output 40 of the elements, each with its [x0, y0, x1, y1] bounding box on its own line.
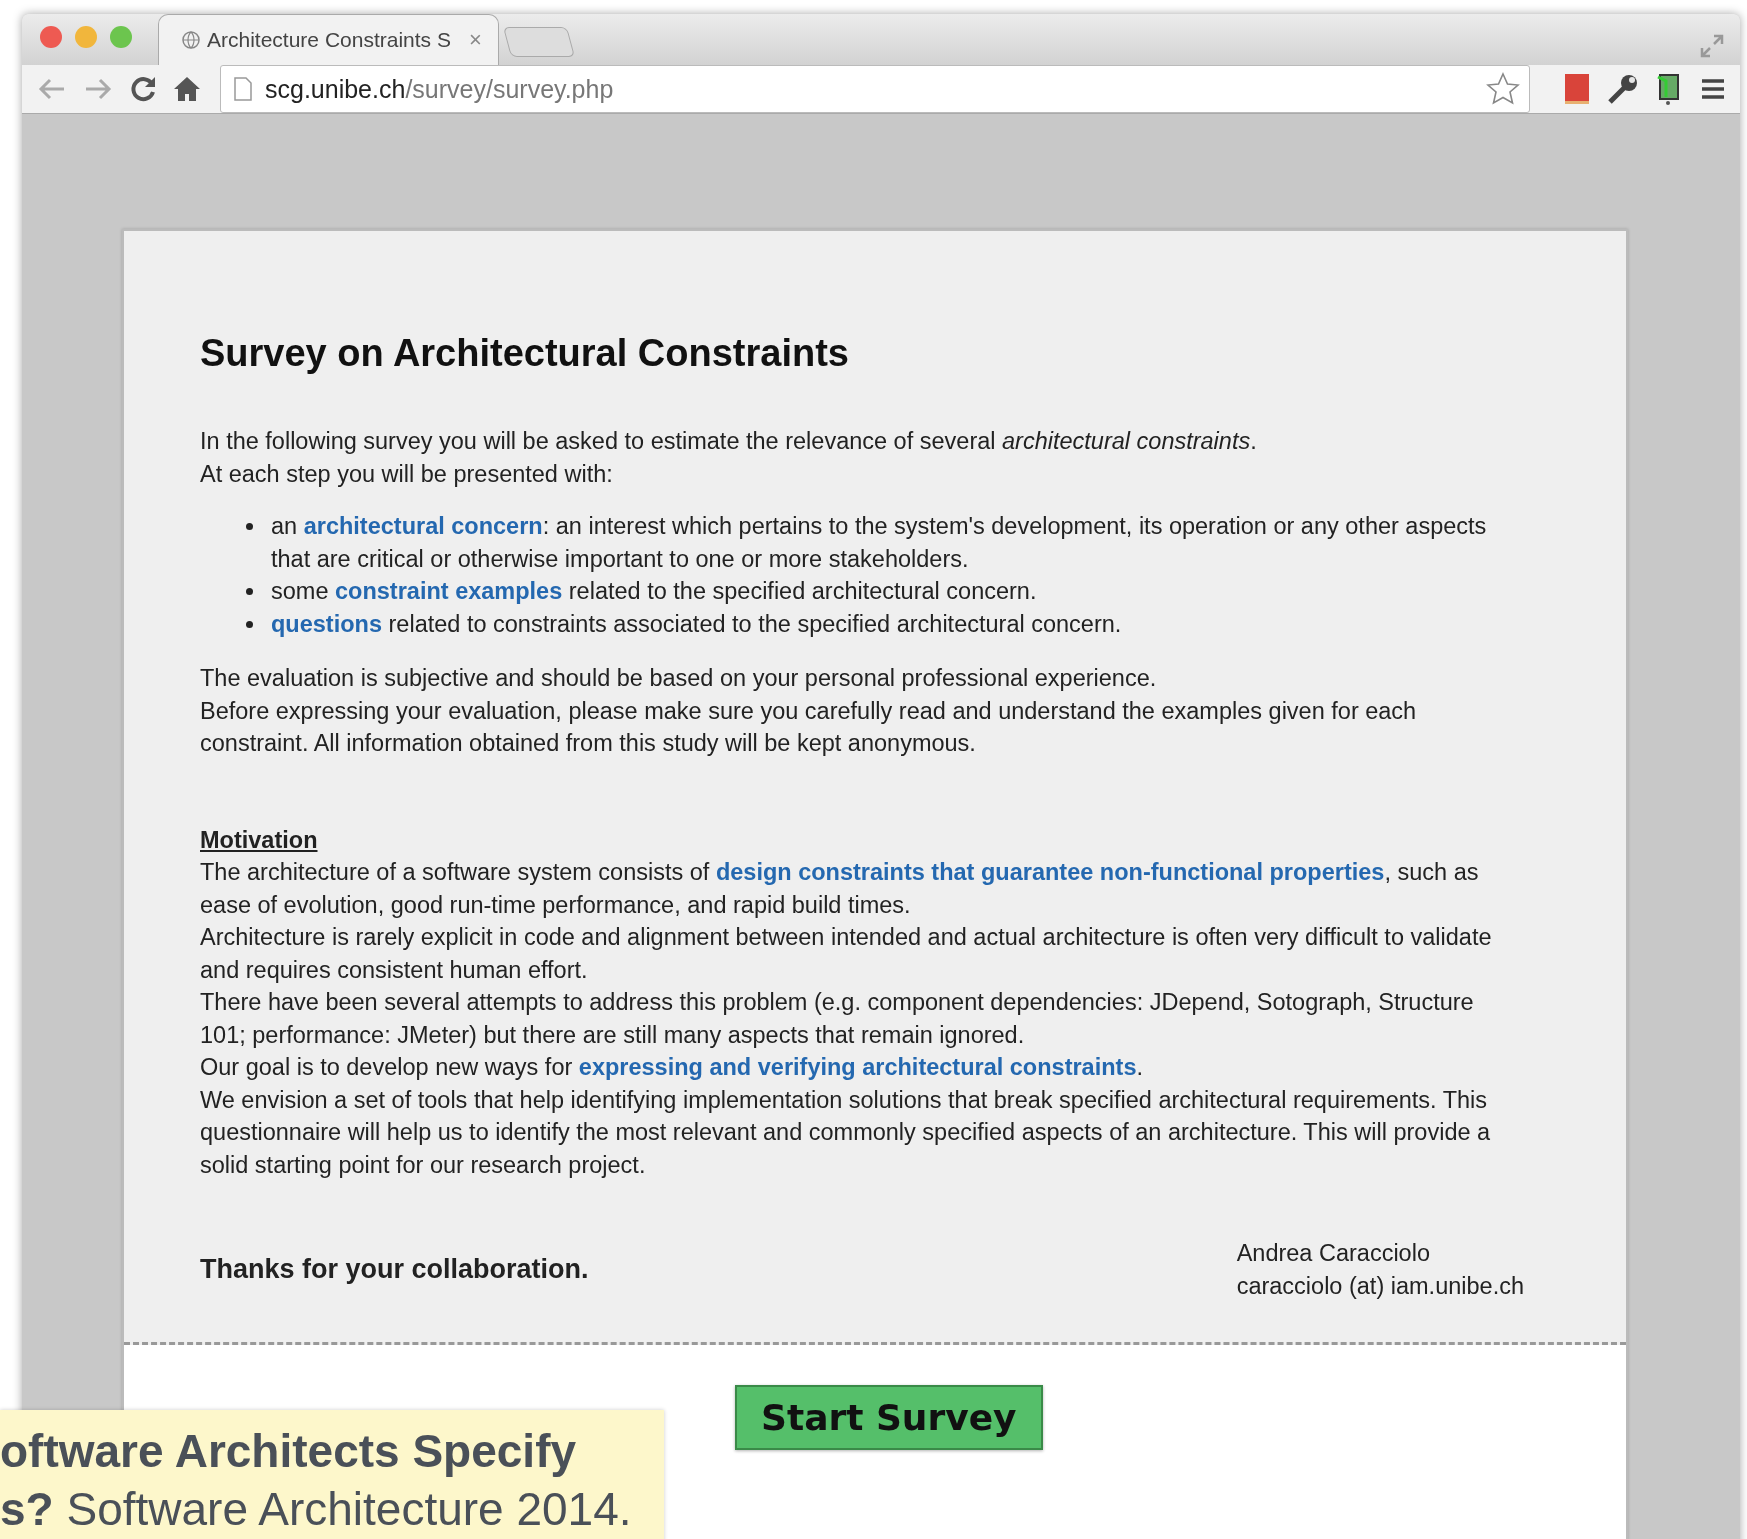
citation-caption: oftware Architects Specify s? Software Architecture 2014.	[0, 1410, 664, 1539]
page-icon	[233, 76, 253, 102]
thanks-text: Thanks for your collaboration.	[200, 1253, 589, 1286]
evaluation-text: The evaluation is subjective and should be based on your personal professional experience.	[200, 664, 1158, 693]
text-link[interactable]: expressing and verifying architectural constraints	[578, 1054, 1137, 1080]
browser-tab[interactable]: Architecture Constraints S ×	[158, 14, 499, 65]
motivation-text: There have been several attempts to address this problem (e.g. component dependencies: JDepend, Sotograph, Structure 101; performance: JMeter) but there are still many aspects that remain ignored.	[200, 988, 1475, 1050]
reload-icon[interactable]	[128, 74, 158, 104]
book-icon[interactable]	[1562, 72, 1592, 106]
author-email: caracciolo (at) iam.unibe.ch	[1236, 1271, 1524, 1301]
text-link[interactable]: design constraints that guarantee non-functional properties	[715, 859, 1385, 885]
start-survey-button[interactable]: Start Survey	[735, 1385, 1043, 1450]
wrench-icon[interactable]	[1606, 72, 1640, 106]
bullet-icon	[246, 523, 253, 530]
list-item-text: some constraint examples related to the specified architectural concern.	[271, 577, 1037, 606]
star-icon[interactable]	[1485, 71, 1521, 107]
page-title: Survey on Architectural Constraints	[200, 331, 850, 375]
list-item-text: questions related to constraints associated to the specified architectural concern.	[271, 609, 1122, 639]
new-tab-button[interactable]	[502, 27, 575, 57]
intro-text: At each step you will be presented with:	[200, 459, 614, 489]
motivation-text: Architecture is rarely explicit in code and alignment between intended and actual architecture is often very difficult to validate and requires consistent human effort.	[200, 923, 1493, 985]
fullscreen-icon[interactable]	[1698, 32, 1726, 60]
motivation-text: We envision a set of tools that help identifying implementation solutions that break specified architectural requirements. This questionnaire will help us to identify the most relevant and commonly specified aspects of an architecture. This will provide a solid starting point for our research project.	[200, 1085, 1492, 1180]
text-link[interactable]: questions	[271, 610, 382, 637]
intro-text: In the following survey you will be asked to estimate the relevance of several architectural constraints.	[200, 427, 1258, 456]
globe-icon	[181, 30, 201, 50]
evaluation-text: Before expressing your evaluation, please make sure you carefully read and understand the examples given for each constraint. All information obtained from this study will be kept anonymous.	[200, 696, 1418, 758]
home-icon[interactable]	[172, 74, 202, 104]
close-window-icon[interactable]	[40, 25, 62, 48]
bullet-icon	[246, 620, 253, 628]
text-link[interactable]: constraint examples	[335, 578, 563, 604]
bullet-icon	[246, 588, 253, 595]
section-heading: Motivation	[200, 825, 318, 855]
list-item-text: an architectural concern: an interest which pertains to the system's development, its operation or any other aspects that are critical or otherwise important to one or more stakeholders.	[271, 512, 1488, 574]
author-name: Andrea Caracciolo	[1236, 1239, 1431, 1268]
text-link[interactable]: architectural concern	[303, 513, 543, 539]
address-bar[interactable]: scg.unibe.ch/survey/survey.php	[220, 65, 1530, 113]
tab-close-button[interactable]: ×	[468, 27, 482, 53]
motivation-text: Our goal is to develop new ways for expressing and verifying architectural constraints.	[200, 1053, 1144, 1082]
motivation-text: The architecture of a software system consists of design constraints that guarantee non-functional properties, such as ease of evolution, good run-time performance, and rapid build times.	[200, 858, 1480, 920]
